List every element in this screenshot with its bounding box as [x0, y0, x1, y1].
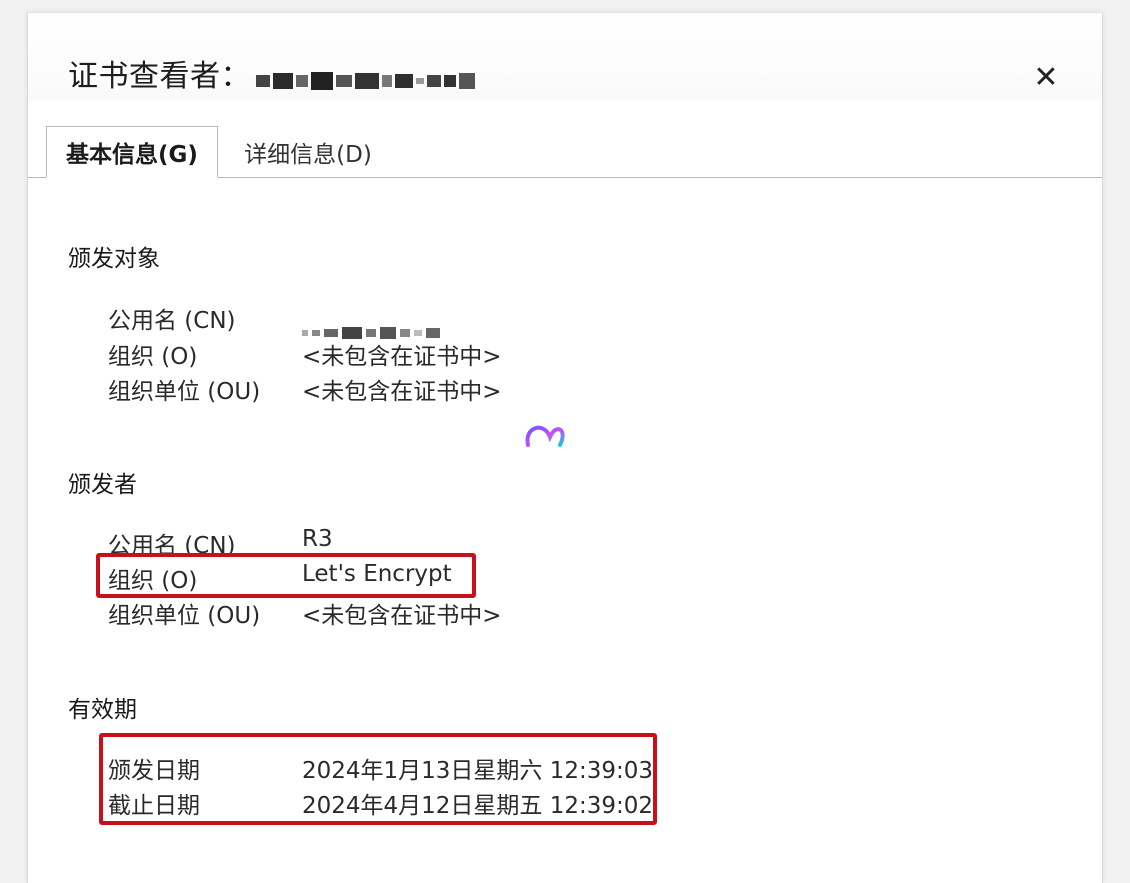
redacted-domain [256, 67, 504, 95]
tab-general[interactable]: 基本信息(G) [46, 126, 218, 178]
certificate-viewer-dialog: 证书查看者： ✕ 基本信息(G) 详细信息(D) 颁发对象 公用名 (CN) 组… [27, 12, 1103, 883]
subject-heading: 颁发对象 [68, 246, 160, 272]
close-icon: ✕ [1033, 59, 1059, 95]
validity-heading: 有效期 [68, 697, 137, 723]
field-label: 组织单位 (OU) [108, 379, 261, 405]
issuer-org-highlight-box [96, 553, 476, 598]
field-label: 组织单位 (OU) [108, 603, 261, 629]
dialog-header: 证书查看者： ✕ [28, 13, 1102, 101]
close-button[interactable]: ✕ [1028, 59, 1064, 95]
blog-watermark-logo [520, 415, 640, 471]
field-value: <未包含在证书中> [302, 379, 502, 405]
field-value: <未包含在证书中> [302, 603, 502, 629]
field-value: R3 [302, 526, 333, 552]
tab-details[interactable]: 详细信息(D) [228, 126, 388, 178]
dialog-title: 证书查看者： [68, 59, 251, 94]
field-label: 组织 (O) [108, 344, 198, 370]
validity-highlight-box [99, 733, 657, 825]
issuer-heading: 颁发者 [68, 472, 137, 498]
field-label: 公用名 (CN) [108, 308, 236, 334]
field-value: <未包含在证书中> [302, 344, 502, 370]
